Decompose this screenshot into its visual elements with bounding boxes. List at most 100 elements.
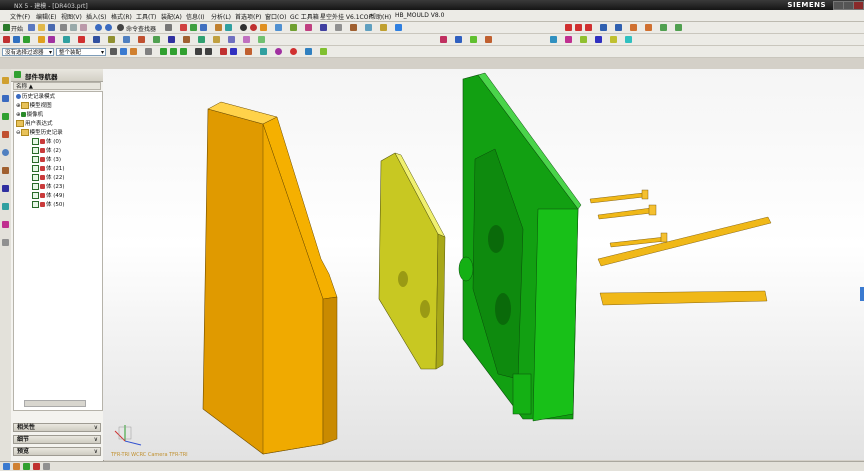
snap-endpoint-icon[interactable] [160,48,167,55]
point-icon[interactable] [600,24,607,31]
close-icon[interactable] [853,1,864,10]
curve-icon[interactable] [615,24,622,31]
reuse-library-icon[interactable] [2,131,9,138]
view-icon[interactable] [320,24,327,31]
circle-icon[interactable] [585,24,592,31]
process-studio-icon[interactable] [2,203,9,210]
blend-icon[interactable] [660,24,667,31]
core-block[interactable] [458,72,582,422]
subtract-icon[interactable] [23,36,30,43]
copy-icon[interactable] [70,24,77,31]
revolve-icon[interactable] [645,24,652,31]
snap-point-icon[interactable] [220,48,227,55]
menu-help[interactable]: 帮助(H) [370,12,391,21]
tree-item-body[interactable]: 体 (2) [32,147,61,155]
scale-icon[interactable] [625,36,632,43]
render-icon[interactable] [250,24,257,31]
surface-icon[interactable] [440,36,447,43]
boss-icon[interactable] [48,36,55,43]
checkbox-icon[interactable] [32,147,39,154]
chamfer-icon[interactable] [675,24,682,31]
pocket-icon[interactable] [63,36,70,43]
layer-icon[interactable] [305,24,312,31]
tree-item-cameras[interactable]: ⊕ 摄像机 [16,111,43,119]
replace-face-icon[interactable] [198,36,205,43]
cavity-plate[interactable] [202,101,338,455]
cut-icon[interactable] [60,24,67,31]
feature-icon[interactable] [180,24,187,31]
redo-icon[interactable] [105,24,112,31]
split-icon[interactable] [243,36,250,43]
reorder-icon[interactable] [595,36,602,43]
tree-item-model-views[interactable]: ⊕ 模型视图 [16,102,52,110]
checkbox-icon[interactable] [32,165,39,172]
boolean-icon[interactable] [3,36,10,43]
open-icon[interactable] [38,24,45,31]
delete-face-icon[interactable] [228,36,235,43]
save-icon[interactable] [48,24,55,31]
measure-icon[interactable] [350,24,357,31]
tree-item-body[interactable]: 体 (50) [32,201,65,209]
hole-icon[interactable] [38,36,45,43]
arc-icon[interactable] [575,24,582,31]
checkbox-icon[interactable] [32,156,39,163]
snap-tangent-icon[interactable] [305,48,312,55]
part-navigator-icon[interactable] [2,113,9,120]
analyze-icon[interactable] [365,24,372,31]
menu-tools[interactable]: 工具(T) [136,12,156,21]
menu-gc-toolbox[interactable]: GC 工具箱 [290,12,319,21]
viewport-handle[interactable] [860,287,864,301]
snap-curve-icon[interactable] [245,48,252,55]
undo-icon[interactable] [95,24,102,31]
mesh-icon[interactable] [455,36,462,43]
move-face-icon[interactable] [213,36,220,43]
pattern-icon[interactable] [123,36,130,43]
unite-icon[interactable] [13,36,20,43]
snap-midpoint-icon[interactable] [170,48,177,55]
navigator-tree[interactable]: 历史记录模式 ⊕ 模型视图 ⊕ 摄像机 用户表达式 ⊖ 模型历史记录 体 (0) 体 … [13,91,103,411]
snap-arc-icon[interactable] [275,48,282,55]
checkbox-icon[interactable] [32,192,39,199]
deselect-icon[interactable] [130,48,137,55]
selection-filter-dropdown[interactable]: 没有选择过滤器 [2,48,54,56]
bridge-icon[interactable] [485,36,492,43]
section-icon[interactable] [335,24,342,31]
wizard-icon[interactable] [395,24,402,31]
start-button[interactable]: 开始 [11,24,23,33]
new-icon[interactable] [28,24,35,31]
checkbox-icon[interactable] [32,201,39,208]
datum-icon[interactable] [225,24,232,31]
shade-icon[interactable] [240,24,247,31]
draft-icon[interactable] [153,36,160,43]
menu-plugin[interactable]: 星空外挂 V6.1COF [320,12,372,21]
mirror-icon[interactable] [138,36,145,43]
tree-item-history-mode[interactable]: 历史记录模式 [16,93,55,101]
menu-analysis[interactable]: 分析(L) [211,12,231,21]
lasso-icon[interactable] [145,48,152,55]
tree-item-body[interactable]: 体 (21) [32,165,65,173]
extract-icon[interactable] [258,36,265,43]
system-materials-icon[interactable] [2,185,9,192]
horizontal-scrollbar[interactable] [24,400,86,407]
web-browser-icon[interactable] [2,149,9,156]
insert-plate[interactable] [378,152,446,370]
menu-file[interactable]: 文件(F) [10,12,30,21]
tree-item-body[interactable]: 体 (23) [32,183,65,191]
snap-quad-icon[interactable] [195,48,202,55]
panel-preview[interactable]: 预览 [13,447,101,456]
sketch-icon[interactable] [215,24,222,31]
tree-item-body[interactable]: 体 (49) [32,192,65,200]
tree-item-body[interactable]: 体 (22) [32,174,65,182]
graphics-viewport[interactable]: TFR-TRI WCRC Camera TFR-TRI [103,69,864,460]
solid-icon[interactable] [190,24,197,31]
constraint-navigator-icon[interactable] [2,95,9,102]
snap-existing-icon[interactable] [290,48,297,55]
menu-info[interactable]: 信息(I) [186,12,204,21]
settings-icon[interactable] [165,24,172,31]
paste-icon[interactable] [80,24,87,31]
shell-icon[interactable] [108,36,115,43]
offset-icon[interactable] [78,36,85,43]
tree-item-body[interactable]: 体 (3) [32,156,61,164]
checkbox-icon[interactable] [32,183,39,190]
snap-none-icon[interactable] [320,48,327,55]
